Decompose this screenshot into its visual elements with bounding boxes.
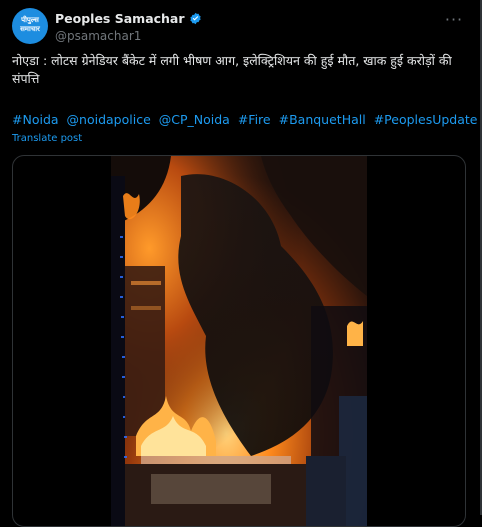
- translate-post-link[interactable]: Translate post: [12, 133, 82, 144]
- hashtag-noida[interactable]: #Noida: [12, 112, 59, 127]
- post-tags: #Noida @noidapolice @CP_Noida #Fire #Ban…: [12, 111, 481, 129]
- avatar-logo: पीपुल्स समाचार: [20, 16, 40, 33]
- mention-noidapolice[interactable]: @noidapolice: [67, 112, 151, 127]
- post-text: नोएडा : लोटस ग्रेनेडियर बैंकेट में लगी भ…: [12, 53, 456, 86]
- mention-cp-noida[interactable]: @CP_Noida: [159, 112, 230, 127]
- display-name[interactable]: Peoples Samachar: [55, 11, 185, 26]
- name-row: Peoples Samachar: [55, 11, 202, 26]
- hashtag-fire[interactable]: #Fire: [238, 112, 271, 127]
- hashtag-peoplesupdate[interactable]: #PeoplesUpdate: [374, 112, 478, 127]
- avatar[interactable]: पीपुल्स समाचार: [12, 8, 48, 44]
- ellipsis-icon[interactable]: ···: [442, 10, 466, 29]
- handle[interactable]: @psamachar1: [55, 29, 141, 43]
- hashtag-banquethall[interactable]: #BanquetHall: [279, 112, 366, 127]
- fire-scene: [111, 156, 367, 526]
- verified-badge-icon: [189, 12, 201, 25]
- post-header: पीपुल्स समाचार Peoples Samachar @psamach…: [12, 8, 470, 48]
- fire-video[interactable]: [111, 156, 367, 526]
- media-container[interactable]: [12, 155, 466, 527]
